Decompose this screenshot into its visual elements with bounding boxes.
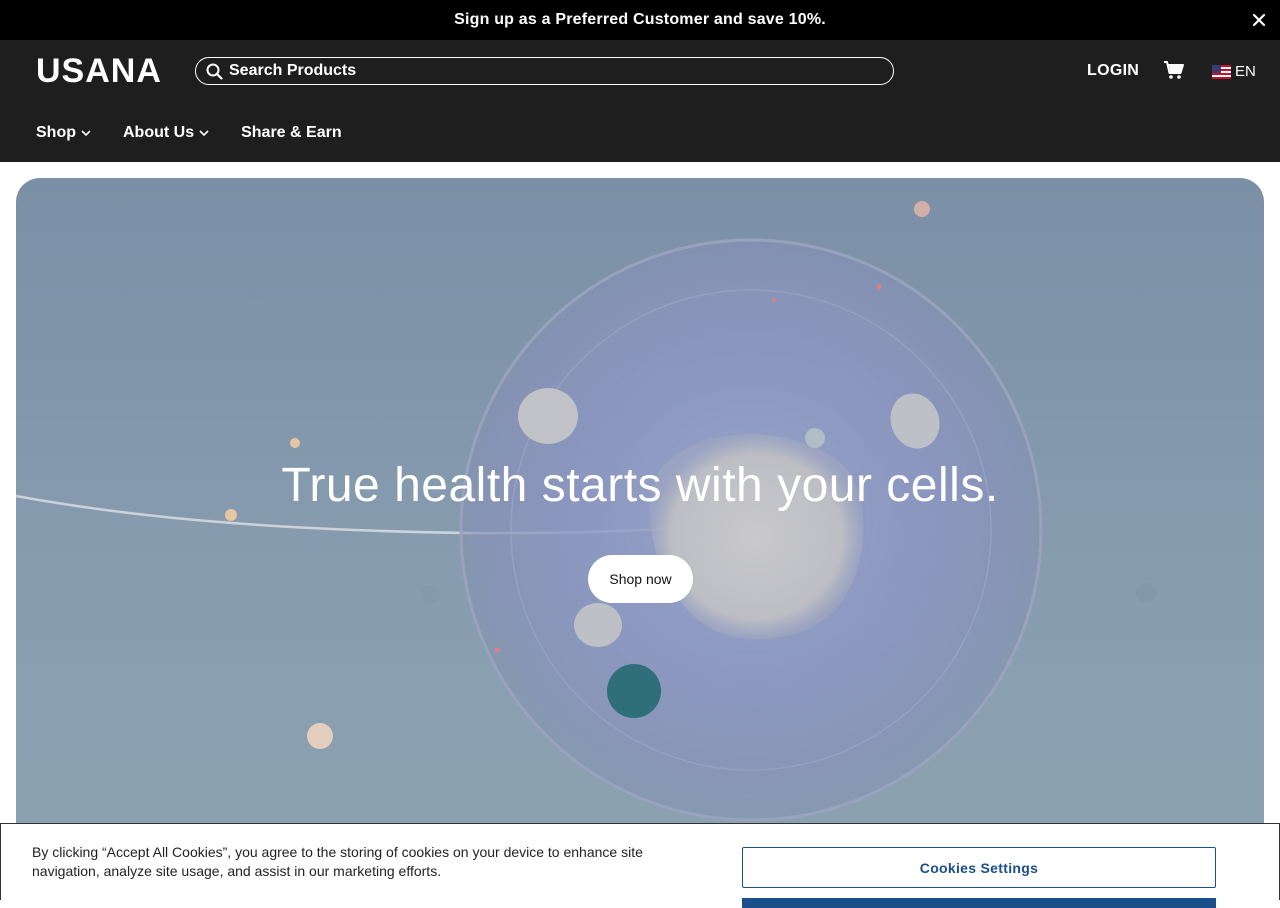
close-icon[interactable] (1250, 11, 1268, 29)
cookie-banner: By clicking “Accept All Cookies”, you ag… (0, 823, 1280, 908)
language-selector[interactable]: EN (1212, 63, 1256, 80)
nav-item-label: About Us (123, 124, 195, 141)
login-link[interactable]: LOGIN (1087, 62, 1139, 80)
nav-item-label: Share & Earn (241, 124, 342, 141)
nav-item-label: Shop (36, 124, 76, 141)
hero-title: True health starts with your cells. (281, 459, 999, 512)
chevron-down-icon (199, 129, 209, 136)
logo-text: USANA (36, 53, 162, 85)
search-icon (206, 63, 223, 80)
nav-item-shop[interactable]: Shop (36, 124, 91, 142)
hero-banner: True health starts with your cells. Shop… (16, 178, 1264, 900)
shop-now-button[interactable]: Shop now (588, 555, 693, 603)
us-flag-icon (1212, 64, 1231, 79)
cart-icon[interactable] (1163, 60, 1185, 80)
main-nav: Shop About Us Share & Earn (36, 124, 342, 142)
nav-item-about-us[interactable]: About Us (123, 124, 209, 142)
nav-item-share-earn[interactable]: Share & Earn (241, 124, 341, 142)
language-label: EN (1235, 63, 1256, 80)
promo-bar: Sign up as a Preferred Customer and save… (0, 0, 1280, 40)
site-header: USANA LOGIN EN Shop (0, 40, 1280, 162)
chevron-down-icon (81, 129, 91, 136)
cookies-settings-button[interactable]: Cookies Settings (742, 847, 1216, 888)
usana-logo[interactable]: USANA (36, 53, 170, 85)
search-input[interactable] (229, 62, 869, 80)
promo-text: Sign up as a Preferred Customer and save… (454, 11, 826, 28)
cell-illustration (16, 201, 1156, 822)
search-bar[interactable] (195, 57, 894, 85)
cookie-consent-text: By clicking “Accept All Cookies”, you ag… (32, 844, 643, 879)
